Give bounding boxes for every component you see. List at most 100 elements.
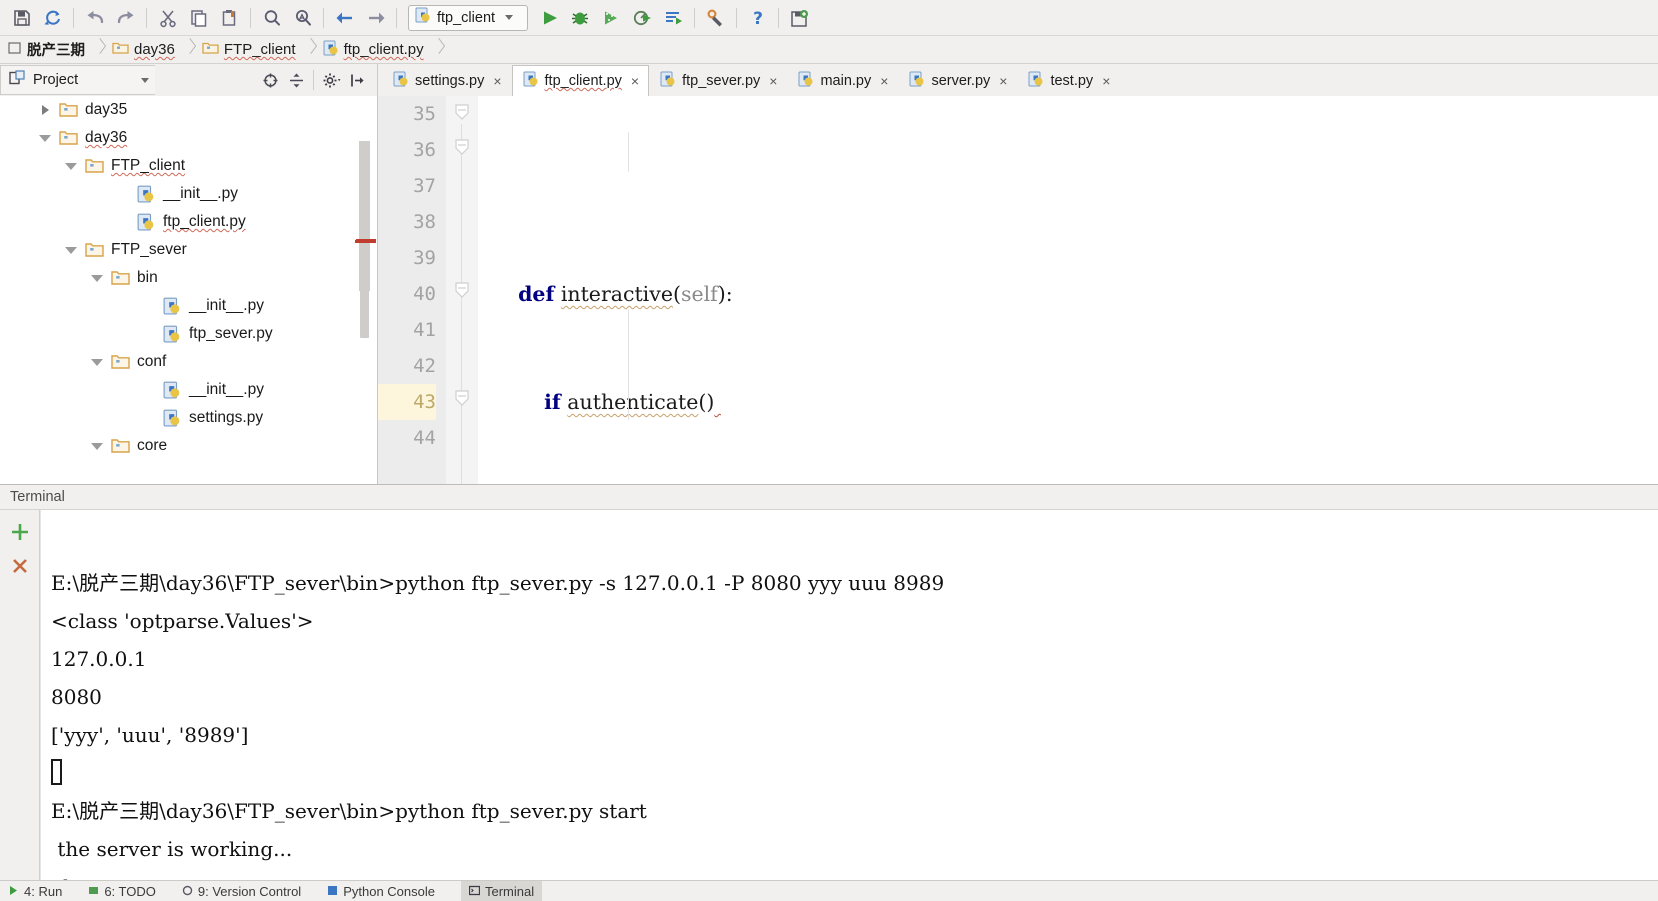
undo-button[interactable] bbox=[79, 3, 110, 33]
breadcrumb-item-day36[interactable]: day36 bbox=[106, 37, 184, 63]
tree-item[interactable]: settings.py bbox=[0, 404, 377, 432]
project-view-selector[interactable]: Project bbox=[0, 65, 155, 95]
tab-close-icon[interactable]: × bbox=[880, 74, 888, 88]
paste-button[interactable] bbox=[214, 3, 245, 33]
python-console-icon bbox=[327, 884, 338, 899]
python-file-icon bbox=[160, 409, 184, 427]
status-run-tool[interactable]: 4: Run bbox=[8, 884, 62, 899]
toolbar-separator bbox=[323, 7, 324, 28]
tree-item[interactable]: __init__.py bbox=[0, 376, 377, 404]
tree-item[interactable]: core bbox=[0, 432, 377, 460]
replace-button[interactable] bbox=[287, 3, 318, 33]
crosshair-icon[interactable] bbox=[258, 68, 282, 92]
tab-close-icon[interactable]: × bbox=[999, 74, 1007, 88]
chevron-down-icon[interactable] bbox=[86, 358, 108, 366]
project-icon bbox=[8, 41, 22, 59]
redo-button[interactable] bbox=[110, 3, 141, 33]
new-session-button[interactable] bbox=[7, 519, 33, 545]
tab-server-py[interactable]: server.py × bbox=[898, 65, 1017, 96]
code-line-36: if authenticate() bbox=[544, 390, 715, 414]
tree-item[interactable]: conf bbox=[0, 348, 377, 376]
debug-button[interactable] bbox=[565, 3, 596, 33]
help-button[interactable]: ? bbox=[742, 3, 773, 33]
code-folding-gutter[interactable] bbox=[446, 96, 478, 484]
chevron-right-icon[interactable] bbox=[34, 105, 56, 115]
run-configuration-selector[interactable]: ftp_client bbox=[408, 4, 528, 31]
tree-item[interactable]: day36 bbox=[0, 124, 377, 152]
find-button[interactable] bbox=[256, 3, 287, 33]
project-file-tree[interactable]: day35 day36 FTP_client __init__.py ftp_clien… bbox=[0, 96, 378, 484]
chevron-down-icon[interactable] bbox=[34, 134, 56, 142]
terminal-line: E:\脱产三期\day36\FTP_sever\bin>python ftp_s… bbox=[51, 799, 647, 823]
fold-marker-icon[interactable] bbox=[453, 390, 471, 406]
chevron-down-icon[interactable] bbox=[60, 162, 82, 170]
close-session-button[interactable] bbox=[7, 553, 33, 579]
profile-button[interactable] bbox=[627, 3, 658, 33]
tab-ftp-sever-py[interactable]: ftp_sever.py × bbox=[649, 65, 787, 96]
tab-settings-py[interactable]: settings.py × bbox=[382, 65, 512, 96]
project-panel-header: Project bbox=[0, 64, 378, 96]
tab-close-icon[interactable]: × bbox=[631, 74, 639, 88]
terminal-output[interactable]: E:\脱产三期\day36\FTP_sever\bin>python ftp_s… bbox=[40, 510, 1658, 880]
chevron-down-icon[interactable] bbox=[86, 274, 108, 282]
editor-scrollbar-thumb[interactable] bbox=[359, 141, 370, 291]
chevron-down-icon[interactable] bbox=[141, 77, 149, 83]
editor-text-area[interactable]: def interactive(self): if authenticate()… bbox=[478, 96, 1658, 484]
breadcrumb-label: 脱产三期 bbox=[27, 43, 85, 59]
project-panel-toolbar bbox=[258, 68, 377, 92]
breadcrumb-item-file[interactable]: ftp_client.py bbox=[317, 37, 433, 63]
settings-button[interactable] bbox=[700, 3, 731, 33]
status-label: Terminal bbox=[484, 883, 535, 899]
line-number: 41 bbox=[413, 319, 436, 341]
folder-icon bbox=[108, 270, 132, 286]
collapse-all-icon[interactable] bbox=[284, 68, 308, 92]
gear-icon[interactable] bbox=[319, 68, 343, 92]
python-file-icon bbox=[323, 40, 339, 60]
cut-button[interactable] bbox=[152, 3, 183, 33]
status-python-console[interactable]: Python Console bbox=[327, 884, 435, 899]
tree-item[interactable]: ftp_sever.py bbox=[0, 320, 377, 348]
back-button[interactable] bbox=[329, 3, 360, 33]
terminal-header[interactable]: Terminal bbox=[0, 484, 1658, 510]
run-coverage-button[interactable] bbox=[596, 3, 627, 33]
tree-item[interactable]: __init__.py bbox=[0, 292, 377, 320]
line-number: 35 bbox=[413, 103, 436, 125]
tree-item-label: bin bbox=[137, 269, 158, 286]
tree-item-label: settings.py bbox=[189, 409, 264, 426]
tab-close-icon[interactable]: × bbox=[769, 74, 777, 88]
tab-label: ftp_sever.py bbox=[682, 73, 761, 89]
vcs-update-button[interactable] bbox=[784, 3, 815, 33]
tree-item[interactable]: FTP_client bbox=[0, 152, 377, 180]
status-todo-tool[interactable]: 6: TODO bbox=[88, 884, 156, 899]
python-file-icon bbox=[160, 381, 184, 399]
code-editor[interactable]: 35 36 37 38 39 40 41 42 43 44 def intera… bbox=[378, 96, 1658, 484]
run-config-label: ftp_client bbox=[437, 9, 496, 26]
chevron-down-icon[interactable] bbox=[60, 246, 82, 254]
tab-close-icon[interactable]: × bbox=[1102, 74, 1110, 88]
status-vcs-tool[interactable]: 9: Version Control bbox=[182, 884, 301, 899]
tree-item[interactable]: __init__.py bbox=[0, 180, 377, 208]
tree-item[interactable]: day35 bbox=[0, 96, 377, 124]
svg-text:?: ? bbox=[753, 9, 763, 28]
run-task-button[interactable] bbox=[658, 3, 689, 33]
fold-marker-icon[interactable] bbox=[453, 138, 471, 155]
sync-button[interactable] bbox=[37, 3, 68, 33]
copy-button[interactable] bbox=[183, 3, 214, 33]
tree-item[interactable]: ftp_client.py bbox=[0, 208, 377, 236]
fold-marker-icon[interactable] bbox=[453, 104, 471, 120]
tab-ftp-client-py[interactable]: ftp_client.py × bbox=[511, 65, 650, 96]
chevron-down-icon[interactable] bbox=[86, 442, 108, 450]
status-terminal-tool[interactable]: Terminal bbox=[460, 881, 543, 901]
tab-close-icon[interactable]: × bbox=[493, 74, 501, 88]
breadcrumb-item-ftp-client[interactable]: FTP_client bbox=[196, 37, 305, 63]
breadcrumb-item-project[interactable]: 脱产三期 bbox=[2, 37, 94, 63]
forward-button[interactable] bbox=[360, 3, 391, 33]
save-all-button[interactable] bbox=[6, 3, 37, 33]
tab-main-py[interactable]: main.py × bbox=[787, 65, 898, 96]
tree-item[interactable]: FTP_sever bbox=[0, 236, 377, 264]
fold-marker-icon[interactable] bbox=[453, 282, 471, 298]
tree-item[interactable]: bin bbox=[0, 264, 377, 292]
run-button[interactable] bbox=[534, 3, 565, 33]
hide-panel-icon[interactable] bbox=[345, 68, 369, 92]
tab-test-py[interactable]: test.py × bbox=[1017, 65, 1120, 96]
